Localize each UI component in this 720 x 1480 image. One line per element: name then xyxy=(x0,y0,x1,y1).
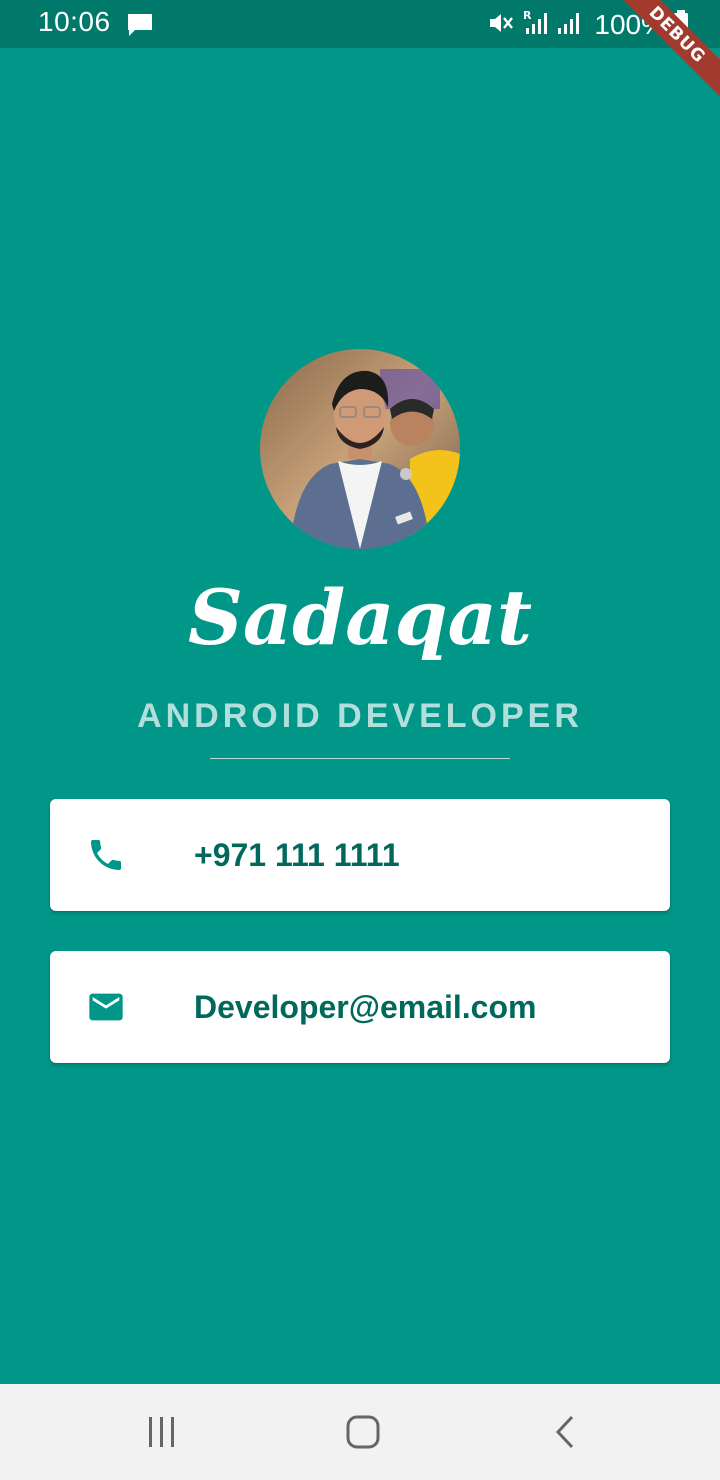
signal-r-icon: R xyxy=(522,8,550,42)
back-icon[interactable] xyxy=(548,1414,584,1450)
battery-icon xyxy=(672,8,690,42)
svg-text:R: R xyxy=(523,9,532,22)
mute-icon xyxy=(486,8,516,42)
email-address: Developer@email.com xyxy=(194,989,537,1025)
home-icon[interactable] xyxy=(345,1414,381,1450)
status-time: 10:06 xyxy=(38,6,111,37)
phone-number: +971 111 1111 xyxy=(194,837,400,873)
mail-icon xyxy=(86,987,126,1027)
profile-name: Sadaqat xyxy=(187,573,532,662)
avatar xyxy=(260,349,460,549)
profile-role: ANDROID DEVELOPER xyxy=(137,697,583,735)
message-icon xyxy=(126,12,154,42)
navigation-bar xyxy=(0,1384,720,1480)
phone-card[interactable]: +971 111 1111 xyxy=(50,799,670,911)
status-indicators: R 100% xyxy=(486,8,690,42)
profile-screen: Sadaqat ANDROID DEVELOPER +971 111 1111 … xyxy=(0,48,720,1384)
signal-icon xyxy=(556,8,582,42)
divider xyxy=(210,758,510,759)
battery-percent: 100% xyxy=(594,9,666,40)
recents-icon[interactable] xyxy=(144,1414,180,1450)
phone-icon xyxy=(86,835,126,875)
status-bar: 10:06 R 100% xyxy=(0,0,720,48)
email-card[interactable]: Developer@email.com xyxy=(50,951,670,1063)
